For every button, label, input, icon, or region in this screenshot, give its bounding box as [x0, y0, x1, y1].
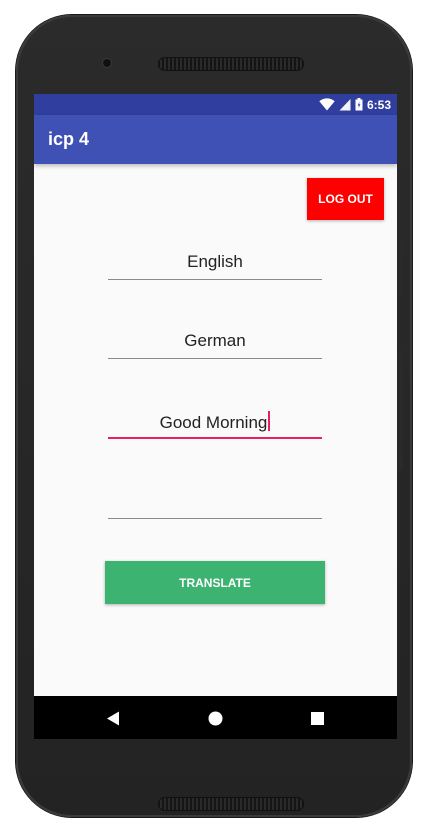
text-cursor — [268, 411, 271, 431]
target-language-field[interactable]: German — [108, 325, 322, 359]
volume-button[interactable] — [398, 351, 403, 471]
navigation-bar — [34, 696, 397, 739]
input-text-field[interactable]: Good Morning — [108, 405, 322, 439]
back-icon — [107, 711, 119, 725]
power-button[interactable] — [398, 240, 403, 296]
device-screen: 6:53 icp 4 LOG OUT English German Good M… — [34, 94, 397, 739]
logout-button[interactable]: LOG OUT — [307, 178, 384, 220]
status-bar: 6:53 — [34, 94, 397, 115]
input-text-wrapper: Good Morning — [108, 411, 322, 433]
battery-icon — [355, 98, 363, 111]
bottom-speaker — [158, 797, 304, 811]
home-icon — [208, 711, 222, 725]
source-language-value: English — [187, 252, 243, 271]
status-time: 6:53 — [366, 97, 391, 112]
home-button[interactable] — [203, 706, 227, 730]
front-camera — [103, 59, 111, 67]
back-button[interactable] — [101, 706, 125, 730]
source-language-field[interactable]: English — [108, 246, 322, 280]
input-text-value: Good Morning — [159, 413, 268, 432]
wifi-icon — [319, 98, 335, 111]
earpiece-speaker — [158, 57, 304, 71]
cell-signal-icon — [339, 99, 351, 111]
recents-icon — [310, 711, 324, 725]
app-title: icp 4 — [48, 129, 90, 149]
status-icons: 6:53 — [319, 96, 391, 113]
output-text-field[interactable] — [108, 485, 322, 519]
recents-button[interactable] — [305, 706, 329, 730]
app-bar: icp 4 — [34, 115, 397, 164]
target-language-value: German — [184, 331, 246, 350]
translate-button[interactable]: TRANSLATE — [105, 561, 325, 604]
